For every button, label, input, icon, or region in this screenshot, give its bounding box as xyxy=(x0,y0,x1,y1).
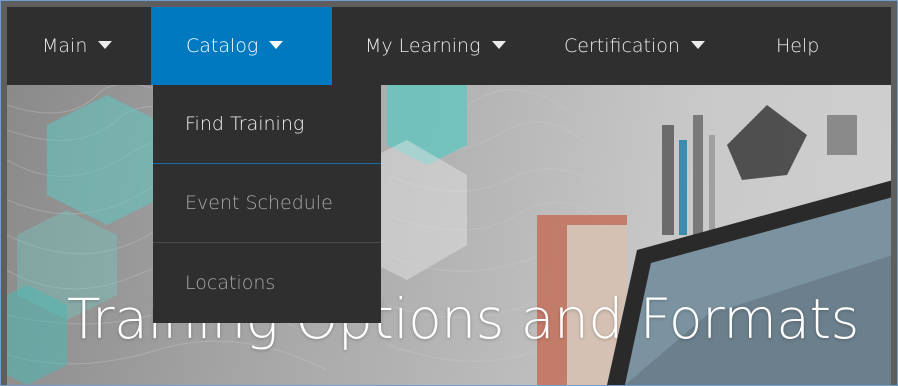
catalog-dropdown-menu: Find Training Event Schedule Locations xyxy=(153,85,381,323)
nav-certification[interactable]: Certification xyxy=(538,7,753,85)
page-frame: Main Catalog My Learning Certification H… xyxy=(0,0,898,386)
nav-main[interactable]: Main xyxy=(7,7,151,85)
nav-certification-label: Certification xyxy=(564,35,680,57)
nav-main-label: Main xyxy=(42,35,88,57)
menu-item-event-schedule[interactable]: Event Schedule xyxy=(153,164,381,243)
nav-catalog-label: Catalog xyxy=(186,35,259,57)
hero-banner: Training Options and Formats xyxy=(7,85,891,385)
nav-my-learning-label: My Learning xyxy=(365,35,481,57)
nav-help-label: Help xyxy=(776,35,820,57)
nav-help[interactable]: Help xyxy=(753,7,819,85)
menu-item-find-training[interactable]: Find Training xyxy=(153,85,381,164)
caret-down-icon xyxy=(690,41,705,49)
main-nav: Main Catalog My Learning Certification H… xyxy=(7,7,891,85)
caret-down-icon xyxy=(98,41,113,49)
nav-catalog[interactable]: Catalog xyxy=(151,7,332,85)
nav-my-learning[interactable]: My Learning xyxy=(332,7,538,85)
menu-item-locations[interactable]: Locations xyxy=(153,243,381,322)
caret-down-icon xyxy=(269,41,284,49)
caret-down-icon xyxy=(491,41,506,49)
